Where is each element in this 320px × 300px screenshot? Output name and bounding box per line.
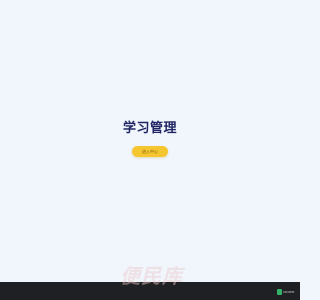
brand-logo-icon — [277, 289, 282, 295]
landing-page: 学习管理 进入中心 便民库 SDWEN — [0, 0, 300, 300]
page-title: 学习管理 — [122, 121, 177, 136]
footer-bar — [0, 282, 300, 300]
footer-brand-label: SDWEN — [283, 290, 295, 294]
footer-brand[interactable]: SDWEN — [277, 288, 297, 296]
enter-center-button[interactable]: 进入中心 — [132, 146, 168, 157]
